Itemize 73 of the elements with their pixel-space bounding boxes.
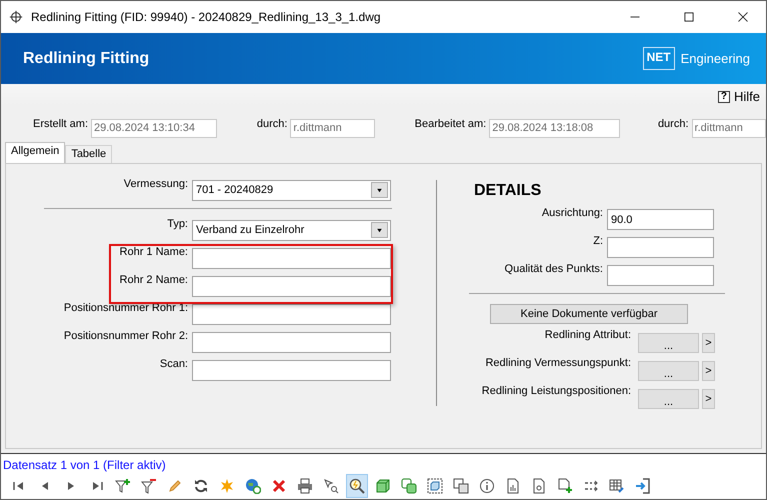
input-field[interactable]	[192, 304, 391, 325]
logo-box: NET	[642, 47, 675, 70]
window-title: Redlining Fitting (FID: 99940) - 20240829_Redlining_13_3_1.dwg	[31, 10, 382, 24]
toolbar-button[interactable]	[346, 474, 368, 498]
input-field[interactable]	[192, 332, 391, 353]
dropdown-value: Verband zu Einzelrohr	[196, 224, 304, 236]
open-button[interactable]: >	[702, 332, 715, 353]
field-label: Erstellt am:	[33, 118, 88, 130]
crosshair-icon	[9, 10, 23, 24]
cursor-zoom-icon[interactable]	[323, 478, 339, 494]
chart-document-icon[interactable]	[505, 478, 521, 494]
open-button[interactable]: >	[702, 388, 715, 409]
star-icon[interactable]	[219, 478, 235, 494]
field-label: Redlining Leistungspositionen:	[480, 384, 631, 399]
field-label: Bearbeitet am:	[414, 118, 486, 130]
input-field[interactable]	[607, 236, 714, 258]
printer-icon[interactable]	[297, 478, 313, 494]
input-field[interactable]	[192, 248, 391, 269]
readonly-field[interactable]: r.dittmann	[290, 119, 375, 138]
dropdown-value: 701 - 20240829	[196, 184, 274, 196]
field-label: Redlining Vermessungspunkt:	[484, 356, 631, 371]
refresh-icon[interactable]	[193, 478, 209, 494]
globe-icon[interactable]	[245, 478, 261, 494]
document-icon[interactable]	[531, 478, 547, 494]
field-label: Typ:	[166, 218, 188, 230]
maximize-icon[interactable]	[683, 11, 695, 23]
input-field[interactable]	[192, 276, 391, 297]
document-add-icon[interactable]	[557, 478, 573, 494]
zoom-icon[interactable]	[349, 478, 365, 494]
filter-add-icon[interactable]	[115, 478, 131, 494]
input-field[interactable]	[192, 360, 391, 381]
field-label: Positionsnummer Rohr 2:	[62, 330, 188, 342]
field-label: Scan:	[158, 358, 188, 370]
browse-button[interactable]: ...	[638, 360, 699, 381]
help-link[interactable]: Hilfe	[734, 89, 760, 104]
logo-text: Engineering	[680, 51, 750, 66]
delete-icon[interactable]	[271, 478, 287, 494]
browse-button[interactable]: ...	[638, 388, 699, 409]
documents-button[interactable]: Keine Dokumente verfügbar	[490, 304, 688, 324]
header-title: Redlining Fitting	[23, 50, 150, 68]
field-label: Redlining Attribut:	[544, 328, 631, 343]
input-field[interactable]: 90.0	[607, 208, 714, 230]
dropdown[interactable]: 701 - 20240829	[192, 180, 391, 201]
field-label: Ausrichtung:	[540, 206, 603, 221]
overlap-icon[interactable]	[453, 478, 469, 494]
field-label: durch:	[256, 118, 288, 130]
readonly-field[interactable]: 29.08.2024 13:18:08	[489, 119, 620, 138]
tab[interactable]: Allgemein	[5, 142, 66, 163]
dropdown[interactable]: Verband zu Einzelrohr	[192, 220, 391, 241]
help-icon[interactable]: ?	[718, 90, 730, 103]
field-label: Qualität des Punkts:	[504, 262, 603, 277]
tab[interactable]: Tabelle	[65, 144, 112, 163]
table-settings-icon[interactable]	[609, 478, 625, 494]
info-icon[interactable]	[479, 478, 495, 494]
cube-icon[interactable]	[375, 478, 391, 494]
readonly-field[interactable]: r.dittmann	[692, 119, 766, 138]
open-button[interactable]: >	[702, 360, 715, 381]
readonly-field[interactable]: 29.08.2024 13:10:34	[91, 119, 217, 138]
field-label: durch:	[658, 118, 689, 130]
close-icon[interactable]	[737, 11, 749, 23]
filter-remove-icon[interactable]	[141, 478, 157, 494]
browse-button[interactable]: ...	[638, 332, 699, 353]
field-label: Vermessung:	[122, 178, 188, 190]
copy-cubes-icon[interactable]	[401, 478, 417, 494]
exit-icon[interactable]	[635, 478, 651, 494]
status-text: Datensatz 1 von 1 (Filter aktiv)	[1, 452, 766, 472]
selection-icon[interactable]	[427, 478, 443, 494]
input-field[interactable]	[607, 264, 714, 286]
pencil-icon[interactable]	[167, 478, 183, 494]
section-heading: DETAILS	[474, 182, 542, 200]
field-label: Rohr 1 Name:	[118, 246, 188, 258]
field-label: Z:	[592, 234, 603, 249]
field-label: Rohr 2 Name:	[118, 274, 188, 286]
